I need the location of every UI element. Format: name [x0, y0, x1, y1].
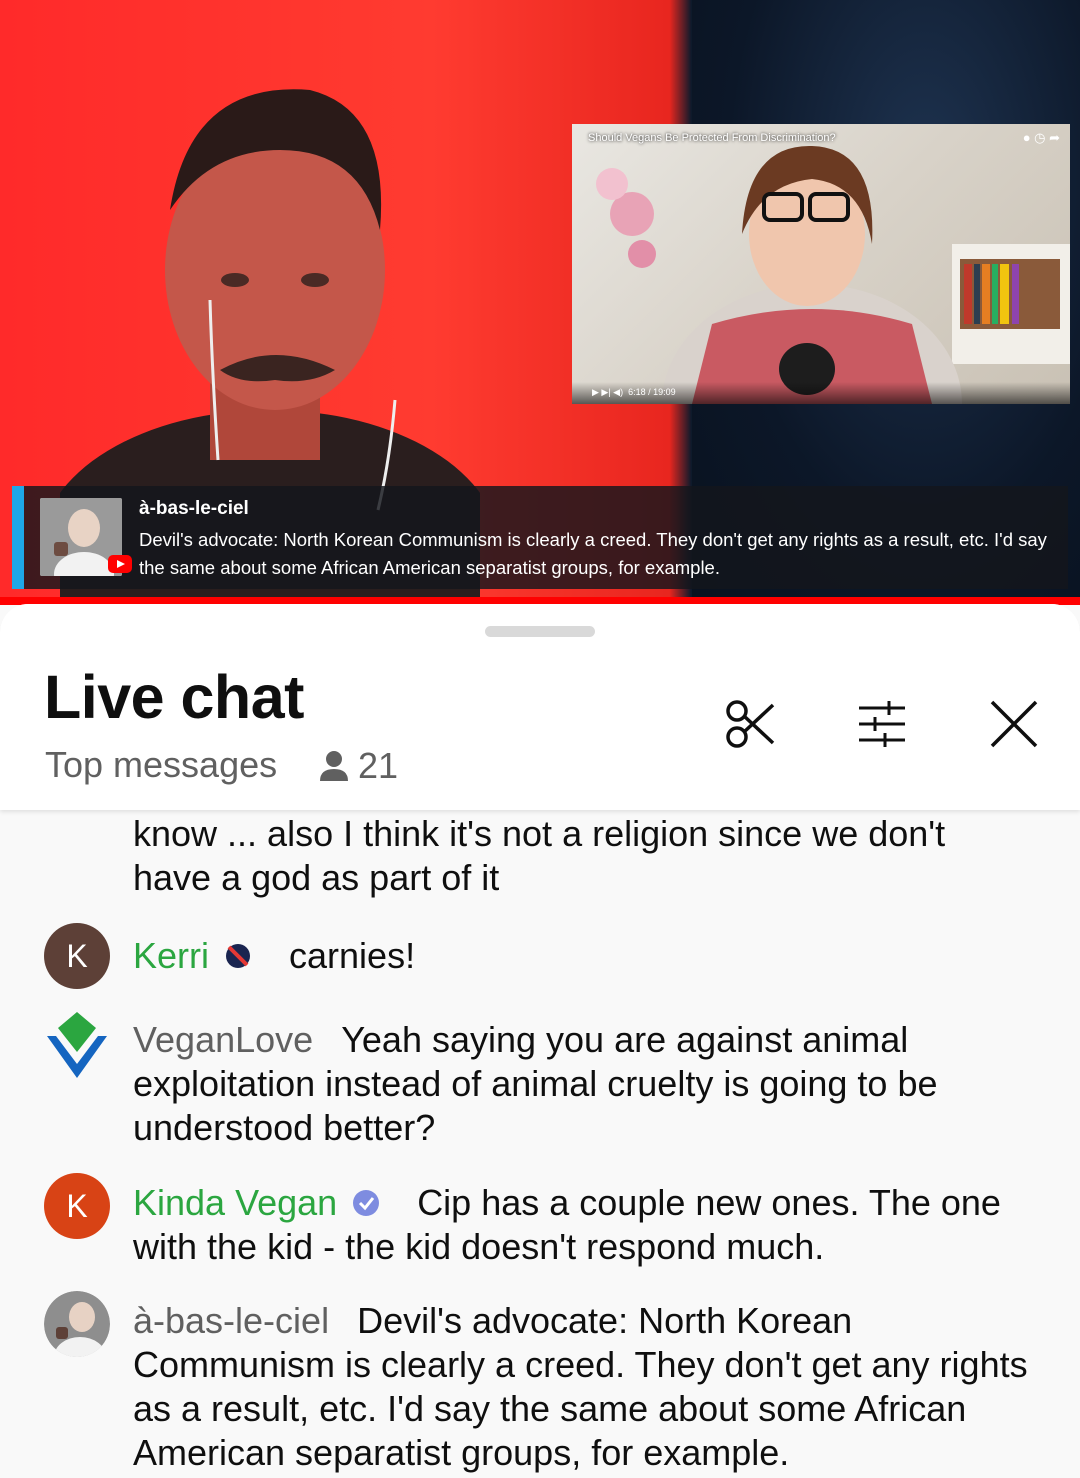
chat-message-body: Kinda Vegan Cip has a couple new ones. Th…	[133, 1181, 1033, 1269]
viewer-count: 21	[318, 744, 398, 788]
filter-button[interactable]	[852, 694, 912, 754]
chat-message-text: carnies!	[289, 935, 416, 976]
vegan-v-logo-icon	[47, 1012, 107, 1078]
avatar[interactable]: K	[44, 923, 110, 989]
highlighted-chat-overlay: à-bas-le-ciel Devil's advocate: North Ko…	[12, 486, 1068, 589]
avatar-letter: K	[66, 937, 88, 974]
chat-message-body: à-bas-le-ciel Devil's advocate: North Kor…	[133, 1299, 1033, 1475]
chat-mode-selector[interactable]: Top messages	[45, 744, 277, 786]
close-button[interactable]	[984, 694, 1044, 754]
chat-author-name[interactable]: Kinda Vegan	[133, 1182, 337, 1223]
embedded-video[interactable]: Should Vegans Be Protected From Discrimi…	[572, 124, 1070, 404]
embedded-video-scene	[596, 145, 1070, 404]
chat-author-name[interactable]: Kerri	[133, 935, 209, 976]
chat-message-body: VeganLove Yeah saying you are against ani…	[133, 1018, 1033, 1150]
video-player[interactable]: Should Vegans Be Protected From Discrimi…	[0, 0, 1080, 600]
overlay-author-name: à-bas-le-ciel	[139, 498, 249, 519]
live-chat-panel: Live chat Top messages 21 know ... also …	[0, 604, 1080, 1478]
panel-title: Live chat	[44, 663, 304, 731]
chat-author-name[interactable]: à-bas-le-ciel	[133, 1300, 329, 1341]
embedded-video-title: Should Vegans Be Protected From Discrimi…	[588, 132, 836, 144]
avatar[interactable]	[44, 1012, 110, 1078]
chat-message-body: Kerri carnies!	[133, 934, 1033, 978]
avatar[interactable]: K	[44, 1173, 110, 1239]
live-chat-header: Live chat Top messages 21	[0, 604, 1080, 810]
close-icon	[990, 700, 1038, 748]
viewer-count-number: 21	[358, 745, 399, 786]
clip-icon	[726, 700, 775, 748]
overlay-message-text: Devil's advocate: North Korean Communism…	[139, 529, 1047, 578]
chat-message-text: know ... also I think it's not a religio…	[133, 813, 946, 898]
member-badge-icon	[226, 944, 251, 968]
member-badge-icon	[353, 1190, 380, 1216]
chat-message-list[interactable]: know ... also I think it's not a religio…	[0, 810, 1080, 1478]
overlay-accent-stripe	[12, 486, 24, 589]
embedded-video-icons: ● ◷ ➦	[1022, 130, 1060, 145]
photo-avatar	[44, 1291, 110, 1357]
filter-sliders-icon	[859, 701, 905, 747]
drag-handle[interactable]	[485, 626, 595, 637]
youtube-logo-icon	[108, 555, 132, 573]
avatar-letter: K	[66, 1187, 88, 1224]
clip-button[interactable]	[720, 694, 780, 754]
person-icon	[320, 751, 348, 781]
chat-author-name[interactable]: VeganLove	[133, 1019, 313, 1060]
avatar[interactable]	[44, 1291, 110, 1357]
embedded-video-time: ▶ ▶| ◀) 6:18 / 19:09	[592, 387, 676, 397]
